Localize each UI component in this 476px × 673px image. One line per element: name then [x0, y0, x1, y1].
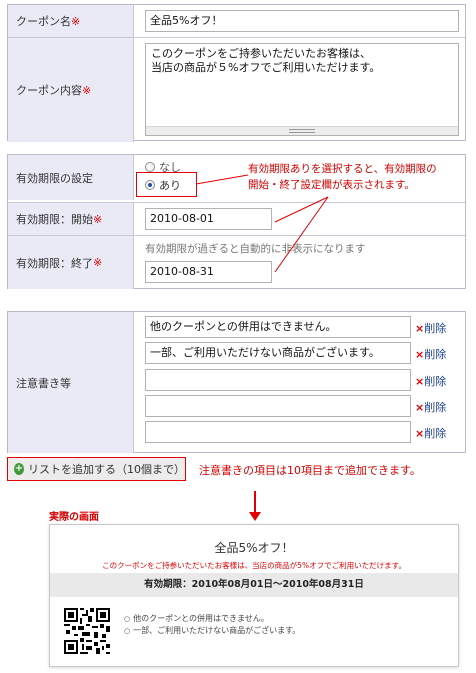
note-input[interactable] — [145, 421, 411, 443]
note-input[interactable] — [145, 395, 411, 417]
arrow-down-icon — [249, 491, 261, 521]
delete-x-icon: × — [415, 401, 425, 414]
coupon-preview-panel: 全品5%オフ！ このクーポンをご持参いただいたお客様は、当店の商品が5%オフでご… — [49, 524, 459, 667]
notes-label: 注意書き等 — [8, 312, 134, 453]
preview-description: このクーポンをご持参いただいたお客様は、当店の商品が5%オフでご利用いただけます… — [102, 561, 406, 570]
notes-row: 注意書き等 他のクーポンとの併用はできません。 ×削除 一部、ご利用いただけない… — [8, 312, 465, 453]
preview-expiry: 有効期限：2010年08月01日～2010年08月31日 — [50, 573, 458, 597]
delete-x-icon: × — [415, 427, 425, 440]
list-item: 他のクーポンとの併用はできません。 — [124, 613, 300, 625]
note-input[interactable] — [145, 369, 411, 391]
note-input[interactable]: 一部、ご利用いただけない商品がございます。 — [145, 342, 411, 364]
preview-terms-list: 他のクーポンとの併用はできません。 一部、ご利用いただけない商品がございます。 — [124, 613, 300, 637]
add-list-button[interactable]: + リストを追加する（10個まで） — [7, 457, 186, 481]
list-item: 一部、ご利用いただけない商品がございます。 — [124, 625, 300, 637]
delete-link[interactable]: ×削除 — [415, 373, 446, 389]
note-input[interactable]: 他のクーポンとの併用はできません。 — [145, 316, 411, 338]
plus-circle-icon: + — [14, 463, 24, 475]
delete-link[interactable]: ×削除 — [415, 399, 446, 415]
delete-link[interactable]: ×削除 — [415, 320, 446, 336]
qr-code-icon — [64, 608, 110, 654]
add-annotation: 注意書きの項目は10項目まで追加できます。 — [199, 464, 421, 477]
delete-link[interactable]: ×削除 — [415, 425, 446, 441]
delete-x-icon: × — [415, 375, 425, 388]
preview-title: 全品5%オフ！ — [214, 541, 294, 555]
delete-link[interactable]: ×削除 — [415, 346, 446, 362]
actual-screen-label: 実際の画面 — [49, 512, 99, 523]
delete-x-icon: × — [415, 348, 425, 361]
annotation-pointer-lines — [195, 174, 329, 273]
notes-table: 注意書き等 他のクーポンとの併用はできません。 ×削除 一部、ご利用いただけない… — [7, 311, 466, 453]
delete-x-icon: × — [415, 322, 425, 335]
